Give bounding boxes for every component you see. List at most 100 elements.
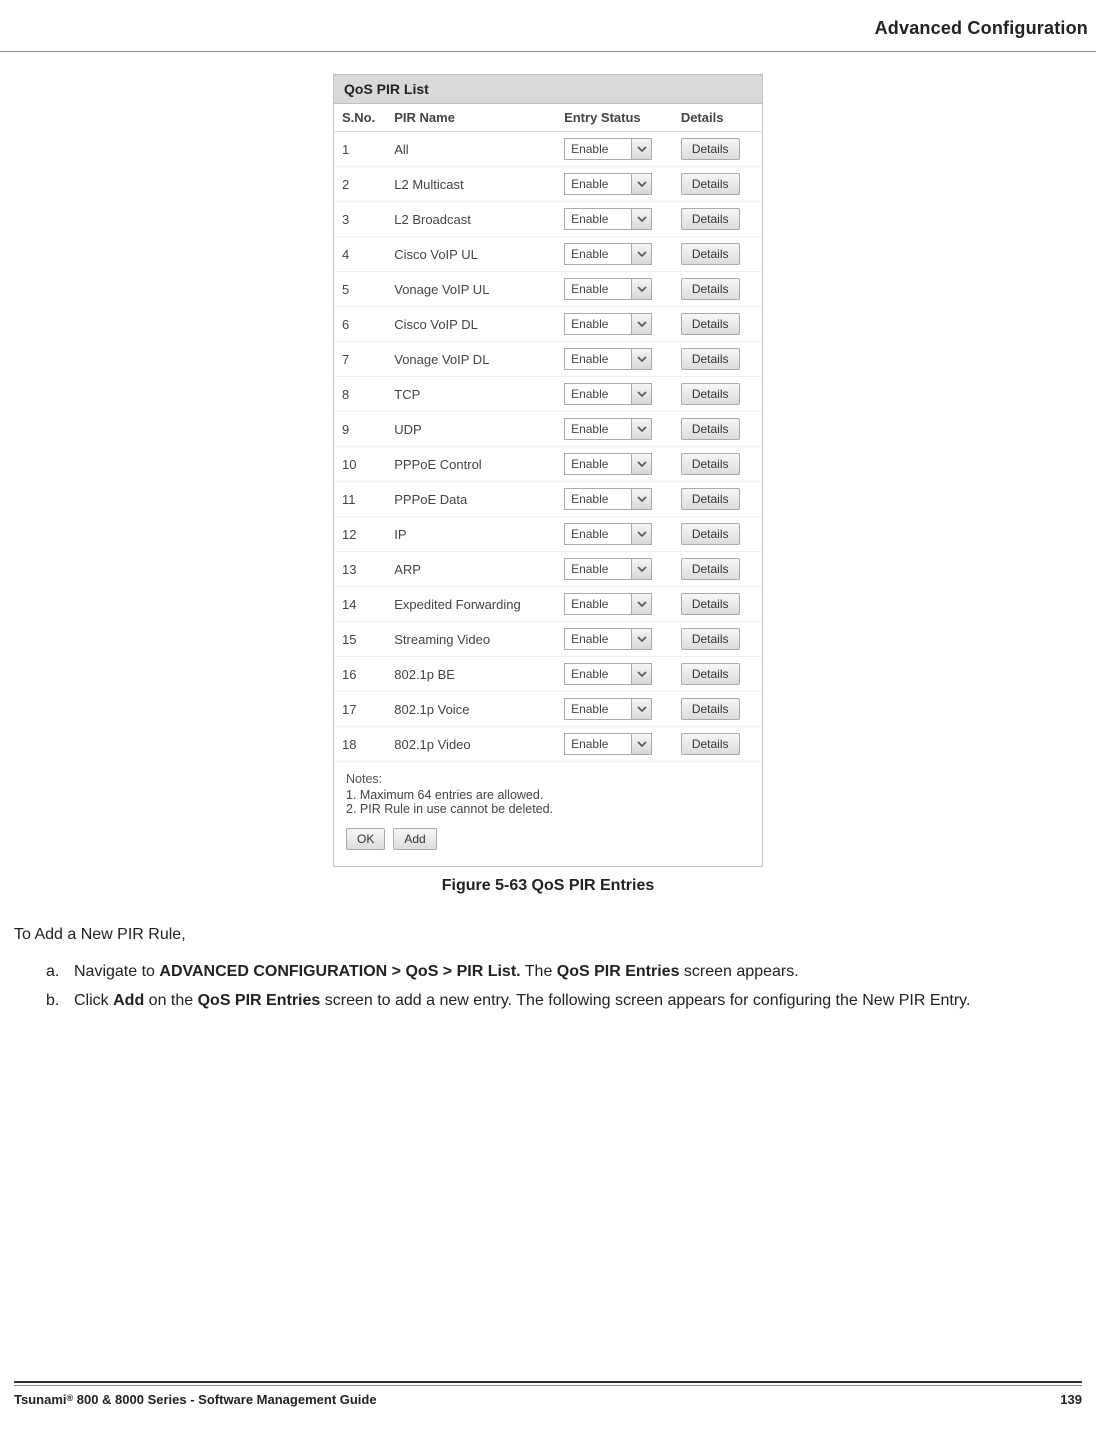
cell-details: Details: [673, 587, 762, 622]
table-row: 14Expedited ForwardingEnableDetails: [334, 587, 762, 622]
chevron-down-icon[interactable]: [631, 314, 651, 334]
chevron-down-icon[interactable]: [631, 524, 651, 544]
details-button[interactable]: Details: [681, 348, 740, 370]
entry-status-dropdown[interactable]: Enable: [564, 593, 652, 615]
cell-pir-name: L2 Broadcast: [386, 202, 556, 237]
details-button[interactable]: Details: [681, 733, 740, 755]
step-a-t3: screen appears.: [679, 963, 798, 980]
chevron-down-icon[interactable]: [631, 244, 651, 264]
cell-entry-status: Enable: [556, 307, 673, 342]
cell-pir-name: PPPoE Data: [386, 482, 556, 517]
details-button[interactable]: Details: [681, 208, 740, 230]
cell-details: Details: [673, 622, 762, 657]
entry-status-dropdown[interactable]: Enable: [564, 138, 652, 160]
table-row: 18802.1p VideoEnableDetails: [334, 727, 762, 762]
chevron-down-icon[interactable]: [631, 734, 651, 754]
cell-details: Details: [673, 692, 762, 727]
entry-status-value: Enable: [571, 352, 608, 366]
details-button[interactable]: Details: [681, 663, 740, 685]
details-button[interactable]: Details: [681, 313, 740, 335]
details-button[interactable]: Details: [681, 523, 740, 545]
entry-status-value: Enable: [571, 527, 608, 541]
footer-guide: 800 & 8000 Series - Software Management …: [73, 1392, 376, 1407]
chevron-down-icon[interactable]: [631, 594, 651, 614]
entry-status-value: Enable: [571, 317, 608, 331]
table-row: 12IPEnableDetails: [334, 517, 762, 552]
details-button[interactable]: Details: [681, 138, 740, 160]
chevron-down-icon[interactable]: [631, 699, 651, 719]
entry-status-dropdown[interactable]: Enable: [564, 348, 652, 370]
chevron-down-icon[interactable]: [631, 209, 651, 229]
chevron-down-icon[interactable]: [631, 454, 651, 474]
cell-pir-name: Vonage VoIP UL: [386, 272, 556, 307]
entry-status-value: Enable: [571, 737, 608, 751]
chevron-down-icon[interactable]: [631, 279, 651, 299]
details-button[interactable]: Details: [681, 488, 740, 510]
entry-status-dropdown[interactable]: Enable: [564, 488, 652, 510]
notes-heading: Notes:: [346, 772, 750, 786]
body-text: To Add a New PIR Rule, a. Navigate to AD…: [0, 923, 1096, 1013]
cell-pir-name: UDP: [386, 412, 556, 447]
entry-status-dropdown[interactable]: Enable: [564, 313, 652, 335]
cell-pir-name: L2 Multicast: [386, 167, 556, 202]
chevron-down-icon[interactable]: [631, 384, 651, 404]
entry-status-dropdown[interactable]: Enable: [564, 628, 652, 650]
entry-status-dropdown[interactable]: Enable: [564, 663, 652, 685]
cell-pir-name: Cisco VoIP DL: [386, 307, 556, 342]
details-button[interactable]: Details: [681, 278, 740, 300]
cell-pir-name: ARP: [386, 552, 556, 587]
entry-status-dropdown[interactable]: Enable: [564, 383, 652, 405]
entry-status-value: Enable: [571, 667, 608, 681]
cell-details: Details: [673, 237, 762, 272]
entry-status-dropdown[interactable]: Enable: [564, 418, 652, 440]
details-button[interactable]: Details: [681, 243, 740, 265]
entry-status-dropdown[interactable]: Enable: [564, 558, 652, 580]
details-button[interactable]: Details: [681, 418, 740, 440]
entry-status-dropdown[interactable]: Enable: [564, 278, 652, 300]
step-b-bold2: QoS PIR Entries: [198, 992, 321, 1009]
entry-status-dropdown[interactable]: Enable: [564, 173, 652, 195]
cell-details: Details: [673, 377, 762, 412]
add-button[interactable]: Add: [393, 828, 436, 850]
details-button[interactable]: Details: [681, 173, 740, 195]
page-footer: Tsunami® 800 & 8000 Series - Software Ma…: [0, 1381, 1096, 1407]
entry-status-dropdown[interactable]: Enable: [564, 523, 652, 545]
chevron-down-icon[interactable]: [631, 489, 651, 509]
table-row: 10PPPoE ControlEnableDetails: [334, 447, 762, 482]
details-button[interactable]: Details: [681, 558, 740, 580]
qos-pir-panel: QoS PIR List S.No. PIR Name Entry Status…: [333, 74, 763, 867]
cell-pir-name: All: [386, 132, 556, 167]
cell-sno: 14: [334, 587, 386, 622]
entry-status-value: Enable: [571, 562, 608, 576]
cell-sno: 9: [334, 412, 386, 447]
cell-sno: 6: [334, 307, 386, 342]
table-row: 11PPPoE DataEnableDetails: [334, 482, 762, 517]
details-button[interactable]: Details: [681, 698, 740, 720]
chevron-down-icon[interactable]: [631, 349, 651, 369]
details-button[interactable]: Details: [681, 593, 740, 615]
entry-status-dropdown[interactable]: Enable: [564, 208, 652, 230]
chevron-down-icon[interactable]: [631, 664, 651, 684]
entry-status-dropdown[interactable]: Enable: [564, 453, 652, 475]
chevron-down-icon[interactable]: [631, 629, 651, 649]
chevron-down-icon[interactable]: [631, 174, 651, 194]
chevron-down-icon[interactable]: [631, 559, 651, 579]
cell-details: Details: [673, 167, 762, 202]
cell-sno: 7: [334, 342, 386, 377]
figure-caption: Figure 5-63 QoS PIR Entries: [0, 877, 1096, 895]
chevron-down-icon[interactable]: [631, 419, 651, 439]
details-button[interactable]: Details: [681, 453, 740, 475]
entry-status-dropdown[interactable]: Enable: [564, 733, 652, 755]
cell-entry-status: Enable: [556, 692, 673, 727]
chevron-down-icon[interactable]: [631, 139, 651, 159]
details-button[interactable]: Details: [681, 383, 740, 405]
entry-status-dropdown[interactable]: Enable: [564, 698, 652, 720]
step-a-bold2: QoS PIR Entries: [557, 963, 680, 980]
entry-status-dropdown[interactable]: Enable: [564, 243, 652, 265]
ok-button[interactable]: OK: [346, 828, 385, 850]
cell-entry-status: Enable: [556, 272, 673, 307]
details-button[interactable]: Details: [681, 628, 740, 650]
notes-line-2: 2. PIR Rule in use cannot be deleted.: [346, 802, 750, 816]
cell-sno: 8: [334, 377, 386, 412]
cell-entry-status: Enable: [556, 412, 673, 447]
